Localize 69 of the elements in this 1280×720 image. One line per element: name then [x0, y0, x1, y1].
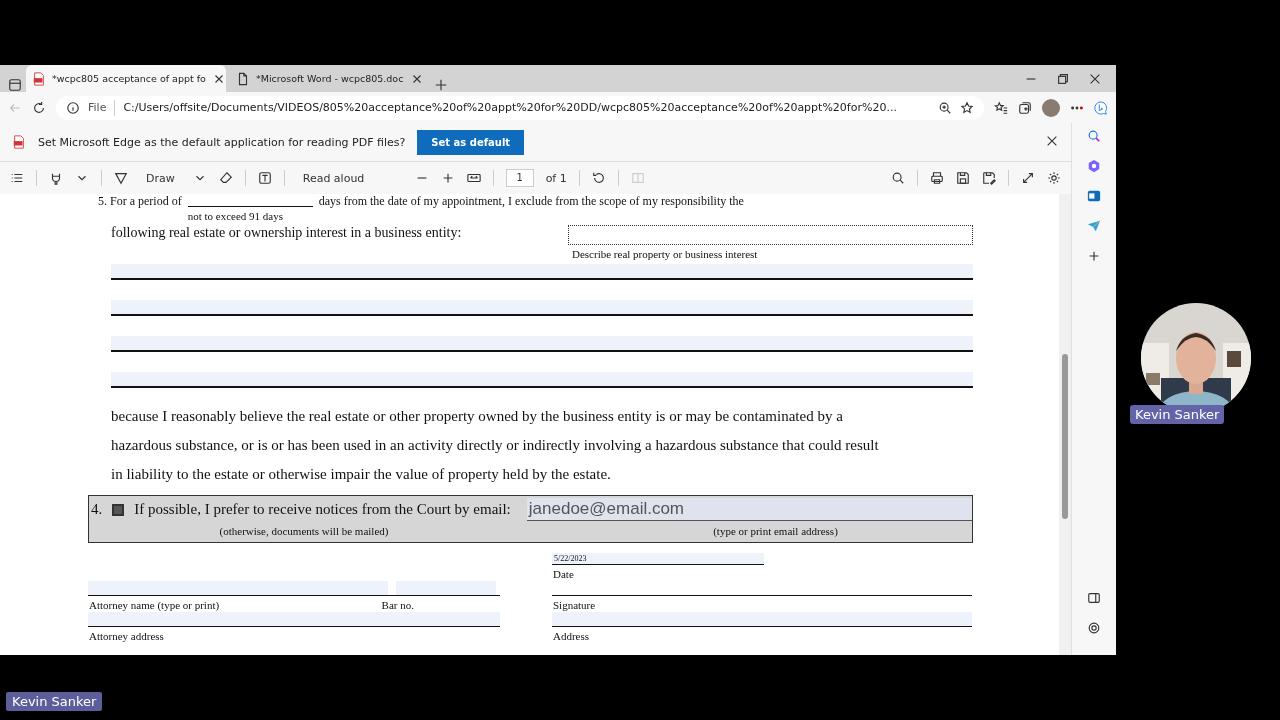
restore-icon[interactable] [1056, 71, 1070, 86]
save-as-icon[interactable] [982, 171, 996, 185]
email-field[interactable]: janedoe@email.com [526, 498, 972, 521]
text-box-icon[interactable] [257, 171, 272, 185]
draw-icon [114, 171, 128, 185]
page-view-icon [630, 171, 645, 185]
field-label: Describe real property or business interest [571, 248, 759, 260]
sidebar-panel-icon[interactable] [1087, 591, 1101, 605]
fullscreen-icon[interactable] [1021, 171, 1035, 185]
document-icon [236, 71, 250, 86]
address-field[interactable] [552, 612, 972, 626]
speaker-name: Kevin Sanker [6, 692, 103, 711]
item-text: following real estate or ownership interest in a business entity: [111, 225, 462, 241]
zoom-icon[interactable] [938, 100, 952, 115]
page-number-field[interactable]: 1 [505, 169, 534, 187]
field-note: (otherwise, documents will be mailed) [219, 525, 389, 537]
collections-icon[interactable] [1018, 100, 1032, 115]
new-tab-icon[interactable] [434, 78, 448, 92]
days-note: not to exceed 91 days [187, 209, 284, 223]
chat-bubble-icon[interactable] [1094, 100, 1108, 115]
paragraph: because I reasonably believe the real estate or other property owned by the business entity is or may be contaminated by a hazardous substance, or is or has been used in an activity directly or indirectly involving a hazardous substance that could result in liability to the estate or otherwise impair the value of property held by the estate. [111, 407, 880, 484]
item-text: If possible, I prefer to receive notices from the Court by email: [134, 501, 511, 518]
profile-avatar[interactable] [1042, 98, 1060, 117]
scrollbar[interactable] [1059, 194, 1071, 655]
print-icon[interactable] [930, 171, 944, 185]
page-count: of 1 [545, 171, 567, 185]
participant-name: Kevin Sanker [1130, 405, 1225, 424]
item-text: days from the date of my appointment, I exclude from the scope of my responsibility the [318, 194, 744, 208]
pdf-file-icon [32, 71, 46, 86]
read-aloud-button[interactable]: Read aloud [296, 170, 371, 186]
field-label: Signature [552, 598, 597, 612]
attorney-name-field[interactable] [88, 581, 388, 595]
infobar-message: Set Microsoft Edge as the default application for reading PDF files? [38, 135, 406, 149]
save-icon[interactable] [956, 171, 970, 185]
tab-actions-icon[interactable] [8, 78, 22, 92]
bar-number-field[interactable] [396, 581, 496, 595]
fit-width-icon[interactable] [466, 171, 481, 185]
file-scheme-label: File [88, 101, 107, 114]
eraser-icon[interactable] [218, 171, 233, 185]
field-label: Attorney name (type or print) [88, 598, 220, 612]
field-label: Attorney address [88, 629, 165, 643]
highlight-icon[interactable] [49, 171, 63, 185]
draw-button[interactable]: Draw [140, 170, 181, 186]
rotate-icon[interactable] [591, 171, 606, 185]
favorites-icon[interactable] [994, 100, 1008, 115]
search-icon[interactable] [891, 171, 905, 185]
mail-icon[interactable] [1087, 189, 1101, 203]
refresh-icon[interactable] [32, 100, 46, 115]
field-label: Address [552, 629, 591, 643]
paper-plane-icon[interactable] [1087, 219, 1101, 233]
info-icon [66, 100, 80, 115]
attorney-address-field[interactable] [88, 612, 500, 626]
browser-tab[interactable]: *wcpc805 acceptance of appt fo [26, 65, 226, 92]
add-icon[interactable] [1087, 249, 1101, 263]
pdf-file-icon [12, 135, 26, 149]
description-field[interactable] [568, 225, 973, 245]
field-label: Bar no. [380, 598, 414, 612]
field-label: Date [552, 567, 575, 581]
set-default-button[interactable]: Set as default [417, 129, 525, 155]
url-text: C:/Users/offsite/Documents/VIDEOS/805%20acceptance%20of%20appt%20for%20DD/wcpc805%20acceptance%20of%20appt%20for%20... [123, 101, 898, 114]
favorite-star-icon[interactable] [960, 100, 974, 115]
contents-icon[interactable] [10, 171, 24, 185]
browser-tab[interactable]: *Microsoft Word - wcpc805.doc [230, 65, 430, 92]
checkbox[interactable] [112, 503, 125, 516]
address-bar[interactable]: File C:/Users/offsite/Documents/VIDEOS/805%20acceptance%20of%20appt%20for%20DD/wcpc805%20acceptance%20of%20appt%20for%20... [56, 95, 984, 120]
field-label: (type or print email address) [713, 525, 838, 537]
item-number: 4. [90, 501, 103, 518]
date-field[interactable]: 5/22/2023 [552, 553, 764, 565]
item-text: 5. For a period of [98, 194, 182, 208]
